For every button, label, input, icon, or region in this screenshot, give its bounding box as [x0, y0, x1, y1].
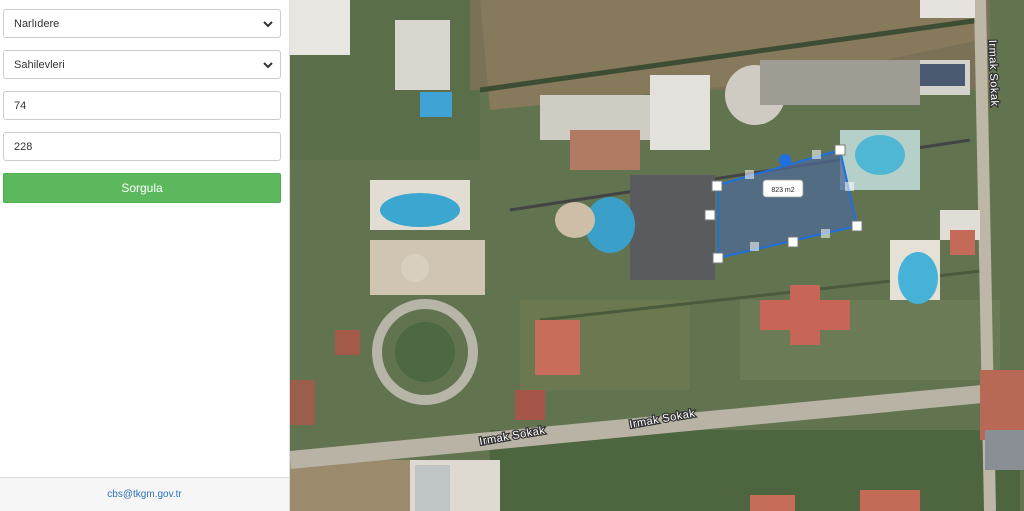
vertex-handle[interactable] — [712, 252, 724, 264]
neighborhood-select-value: Sahilevleri — [14, 58, 65, 71]
drag-handle[interactable] — [779, 154, 791, 166]
block-input-value: 74 — [14, 99, 27, 112]
street-label: Irmak Sokak — [986, 40, 1000, 107]
parcel-input-value: 228 — [14, 140, 33, 153]
area-label: 823 m2 — [771, 187, 794, 194]
footer: cbs@tkgm.gov.tr — [0, 477, 289, 511]
contact-email-link[interactable]: cbs@tkgm.gov.tr — [107, 489, 181, 500]
satellite-map[interactable]: 823 m2 Irmak Sokak Irmak Sokak Irmak Sok… — [290, 0, 1024, 511]
map-canvas: 823 m2 Irmak Sokak Irmak Sokak Irmak Sok… — [290, 0, 1024, 511]
neighborhood-select[interactable]: Sahilevleri — [3, 50, 281, 79]
midpoint-handle[interactable] — [745, 170, 754, 179]
block-input[interactable]: 74 — [3, 91, 281, 120]
midpoint-handle[interactable] — [845, 182, 854, 191]
midpoint-handle[interactable] — [750, 242, 759, 251]
vertex-handle[interactable] — [851, 220, 863, 232]
midpoint-handle[interactable] — [821, 229, 830, 238]
query-button[interactable]: Sorgula — [3, 173, 281, 203]
vertex-handle[interactable] — [704, 209, 716, 221]
query-sidebar: Narlıdere Sahilevleri 74 228 Sorgula cbs… — [0, 0, 290, 511]
chevron-down-icon — [263, 21, 273, 28]
district-select-value: Narlıdere — [14, 17, 60, 30]
district-select[interactable]: Narlıdere — [3, 9, 281, 38]
vertex-handle[interactable] — [711, 180, 723, 192]
parcel-input[interactable]: 228 — [3, 132, 281, 161]
vertex-handle[interactable] — [787, 236, 799, 248]
chevron-down-icon — [263, 62, 273, 69]
vertex-handle[interactable] — [834, 144, 846, 156]
midpoint-handle[interactable] — [812, 150, 821, 159]
